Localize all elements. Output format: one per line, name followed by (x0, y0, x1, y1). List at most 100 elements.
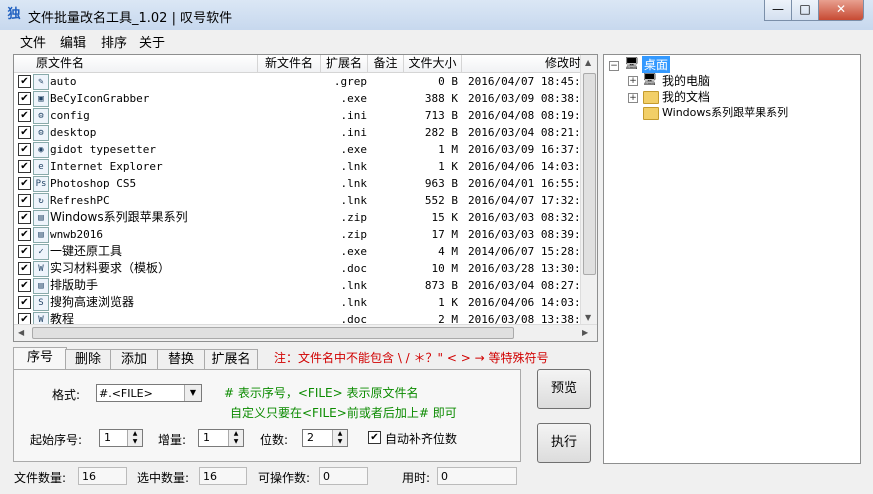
increment-spinner[interactable]: 1 ▲ ▼ (198, 429, 244, 447)
horizontal-scrollbar[interactable]: ◀ ▶ (14, 324, 597, 341)
cell-size: 713 B (424, 109, 458, 122)
menu-bar: 文件 编辑 排序 关于 (0, 30, 873, 51)
table-row[interactable]: ✔ e Internet Explorer .lnk 1 K 2016/04/06 14:… (14, 158, 584, 175)
tab-add[interactable]: 添加 (110, 349, 158, 370)
cell-original-name: Windows系列跟苹果系列 (50, 210, 188, 224)
row-checkbox[interactable]: ✔ (18, 92, 31, 105)
cell-extension: .doc (340, 262, 368, 275)
minimize-button[interactable]: — (764, 0, 792, 21)
cell-modified: 2016/04/01 16:55:41 (468, 177, 582, 190)
table-row[interactable]: ✔ S 搜狗高速浏览器 .lnk 1 K 2016/04/06 14:03:47 (14, 294, 584, 311)
table-row[interactable]: ✔ ▣ BeCyIconGrabber .exe 388 K 2016/03/09 08:… (14, 90, 584, 107)
collapse-icon[interactable]: − (609, 61, 619, 71)
expand-icon[interactable]: + (628, 93, 638, 103)
folder-icon (643, 107, 659, 120)
cell-size: 552 B (424, 194, 458, 207)
menu-edit[interactable]: 编辑 (60, 32, 86, 51)
col-modified[interactable]: 修改时间 (462, 55, 597, 72)
tab-sequence[interactable]: 序号 (13, 347, 67, 371)
menu-about[interactable]: 关于 (139, 32, 165, 51)
elapsed-time-label: 用时: (402, 471, 431, 485)
menu-file[interactable]: 文件 (20, 32, 46, 51)
table-row[interactable]: ✔ ✓ 一键还原工具 .exe 4 M 2014/06/07 15:28:02 (14, 243, 584, 260)
cell-original-name: Photoshop CS5 (50, 177, 137, 190)
col-note[interactable]: 备注 (368, 55, 404, 72)
table-row[interactable]: ✔ ⚙ desktop .ini 282 B 2016/03/04 08:21:29 (14, 124, 584, 141)
spin-down-icon[interactable]: ▼ (228, 438, 243, 446)
tree-node-my-documents[interactable]: 我的文档 (662, 88, 710, 105)
warning-text: 注：文件名中不能包含 \ / ＊？" < > → 等特殊符号 (274, 351, 549, 365)
col-size[interactable]: 文件大小 (404, 55, 462, 72)
operable-count-label: 可操作数: (258, 471, 311, 485)
row-checkbox[interactable]: ✔ (18, 126, 31, 139)
table-row[interactable]: ✔ ▤ Windows系列跟苹果系列 .zip 15 K 2016/03/03 08:32… (14, 209, 584, 226)
vertical-scrollbar[interactable]: ▲ ▼ (580, 55, 597, 325)
selected-count-label: 选中数量: (137, 471, 190, 485)
preview-button[interactable]: 预览 (537, 369, 591, 409)
tree-node-my-computer[interactable]: 我的电脑 (662, 72, 710, 89)
tree-node-desktop[interactable]: 桌面 (642, 56, 671, 73)
execute-button[interactable]: 执行 (537, 423, 591, 463)
table-row[interactable]: ✔ ⚙ config .ini 713 B 2016/04/08 08:19:13 (14, 107, 584, 124)
file-icon: ✎ (33, 74, 49, 90)
table-row[interactable]: ✔ Ps Photoshop CS5 .lnk 963 B 2016/04/01 16:5… (14, 175, 584, 192)
file-icon: ▣ (33, 91, 49, 107)
tab-replace[interactable]: 替换 (157, 349, 205, 370)
table-row[interactable]: ✔ W 实习材料要求（模板） .doc 10 M 2016/03/28 13:30:27 (14, 260, 584, 277)
row-checkbox[interactable]: ✔ (18, 75, 31, 88)
row-checkbox[interactable]: ✔ (18, 143, 31, 156)
cell-original-name: gidot typesetter (50, 143, 156, 156)
spin-up-icon[interactable]: ▲ (127, 430, 142, 438)
table-row[interactable]: ✔ ▤ wnwb2016 .zip 17 M 2016/03/03 08:39:20 (14, 226, 584, 243)
table-row[interactable]: ✔ ↻ RefreshPC .lnk 552 B 2016/04/07 17:32:55 (14, 192, 584, 209)
col-extension[interactable]: 扩展名 (321, 55, 368, 72)
scroll-down-icon[interactable]: ▼ (585, 313, 591, 322)
row-checkbox[interactable]: ✔ (18, 211, 31, 224)
scroll-right-icon[interactable]: ▶ (582, 328, 588, 337)
tab-extension[interactable]: 扩展名 (204, 349, 258, 370)
auto-pad-checkbox[interactable]: ✔ (368, 431, 381, 444)
row-checkbox[interactable]: ✔ (18, 228, 31, 241)
vertical-scroll-thumb[interactable] (583, 73, 596, 275)
tree-node-windows-apple[interactable]: Windows系列跟苹果系列 (662, 104, 788, 120)
spin-up-icon[interactable]: ▲ (332, 430, 347, 438)
table-row[interactable]: ✔ ✎ auto .grep 0 B 2016/04/07 18:45:35 (14, 73, 584, 90)
row-checkbox[interactable]: ✔ (18, 296, 31, 309)
cell-modified: 2016/03/28 13:30:27 (468, 262, 582, 275)
close-button[interactable]: ✕ (818, 0, 864, 21)
row-checkbox[interactable]: ✔ (18, 245, 31, 258)
chevron-down-icon[interactable]: ▼ (184, 385, 201, 401)
row-checkbox[interactable]: ✔ (18, 177, 31, 190)
spin-down-icon[interactable]: ▼ (127, 438, 142, 446)
start-number-spinner[interactable]: 1 ▲ ▼ (99, 429, 143, 447)
spin-down-icon[interactable]: ▼ (332, 438, 347, 446)
format-combobox[interactable]: #.<FILE> ▼ (96, 384, 202, 402)
row-checkbox[interactable]: ✔ (18, 109, 31, 122)
row-checkbox[interactable]: ✔ (18, 160, 31, 173)
folder-tree[interactable]: − 🖥 桌面 + 🖥 我的电脑 + 我的文档 Windows系列跟苹果系列 (603, 54, 861, 464)
file-list[interactable]: 原文件名 新文件名 扩展名 备注 文件大小 修改时间 ✔ ✎ auto .grep 0 … (13, 54, 598, 342)
digits-spinner[interactable]: 2 ▲ ▼ (302, 429, 348, 447)
cell-original-name: 搜狗高速浏览器 (50, 295, 135, 309)
format-hint-1: # 表示序号，<FILE> 表示原文件名 (224, 386, 419, 400)
spin-up-icon[interactable]: ▲ (228, 430, 243, 438)
tab-delete[interactable]: 删除 (65, 349, 111, 370)
scroll-left-icon[interactable]: ◀ (18, 328, 24, 337)
scroll-up-icon[interactable]: ▲ (585, 58, 591, 67)
row-checkbox[interactable]: ✔ (18, 279, 31, 292)
row-checkbox[interactable]: ✔ (18, 194, 31, 207)
table-row[interactable]: ✔ ▤ 排版助手 .lnk 873 B 2016/03/04 08:27:00 (14, 277, 584, 294)
cell-modified: 2016/03/09 16:37:07 (468, 143, 582, 156)
table-row[interactable]: ✔ ◉ gidot typesetter .exe 1 M 2016/03/09 16:3… (14, 141, 584, 158)
maximize-button[interactable]: □ (791, 0, 819, 21)
col-original-name[interactable]: 原文件名 (14, 55, 258, 72)
expand-icon[interactable]: + (628, 76, 638, 86)
file-icon: ⚙ (33, 108, 49, 124)
menu-sort[interactable]: 排序 (101, 32, 127, 51)
file-icon: Ps (33, 176, 49, 192)
cell-modified: 2016/03/04 08:21:29 (468, 126, 582, 139)
file-icon: W (33, 261, 49, 277)
row-checkbox[interactable]: ✔ (18, 262, 31, 275)
horizontal-scroll-thumb[interactable] (32, 327, 514, 339)
col-new-name[interactable]: 新文件名 (258, 55, 321, 72)
